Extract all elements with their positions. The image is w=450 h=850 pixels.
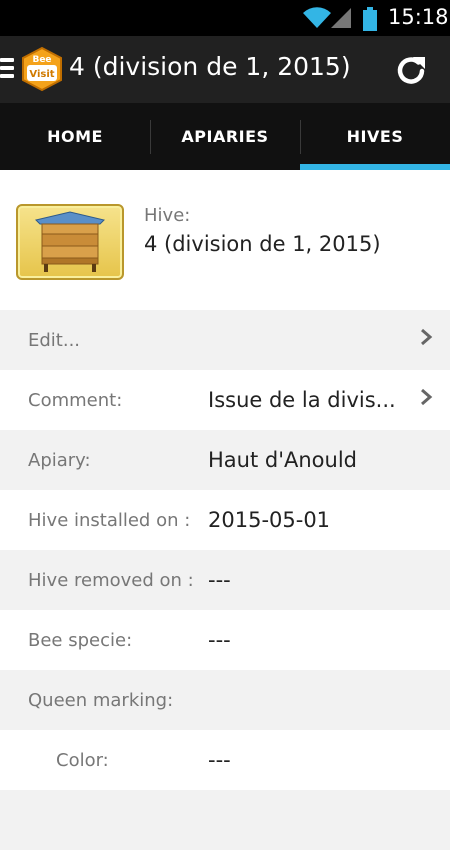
hive-details-list: Edit... Comment: Issue de la divis... Ap… bbox=[0, 310, 450, 850]
status-time: 15:18 bbox=[388, 5, 449, 29]
bee-specie-row: Bee specie: --- bbox=[0, 610, 450, 670]
logo-text-top: Bee bbox=[32, 55, 51, 65]
apiary-value: Haut d'Anould bbox=[208, 448, 357, 472]
hive-removed-row: Hive removed on : --- bbox=[0, 550, 450, 610]
tab-home[interactable]: HOME bbox=[0, 103, 150, 170]
list-item bbox=[0, 790, 450, 850]
wifi-icon bbox=[303, 7, 331, 29]
queen-marking-row: Queen marking: bbox=[0, 670, 450, 730]
battery-icon bbox=[363, 7, 377, 31]
hive-installed-value: 2015-05-01 bbox=[208, 508, 331, 532]
queen-color-value: --- bbox=[208, 748, 231, 772]
apiary-label: Apiary: bbox=[28, 449, 91, 471]
queen-color-label: Color: bbox=[56, 749, 109, 771]
queen-color-row: Color: --- bbox=[0, 730, 450, 790]
hive-name: 4 (division de 1, 2015) bbox=[144, 232, 381, 256]
chevron-right-icon bbox=[421, 388, 433, 406]
signal-icon bbox=[331, 8, 351, 28]
hive-installed-row: Hive installed on : 2015-05-01 bbox=[0, 490, 450, 550]
tab-home-label: HOME bbox=[47, 127, 103, 146]
comment-row[interactable]: Comment: Issue de la divis... bbox=[0, 370, 450, 430]
menu-icon[interactable] bbox=[0, 58, 14, 80]
hive-header: Hive: 4 (division de 1, 2015) bbox=[0, 170, 450, 310]
action-bar: Bee Visit 4 (division de 1, 2015) bbox=[0, 36, 450, 103]
tab-hives[interactable]: HIVES bbox=[300, 103, 450, 170]
logo-text-bottom: Visit bbox=[29, 69, 54, 80]
page-title: 4 (division de 1, 2015) bbox=[69, 52, 351, 81]
hive-label: Hive: bbox=[144, 205, 191, 226]
comment-value: Issue de la divis... bbox=[208, 388, 396, 412]
tab-apiaries[interactable]: APIARIES bbox=[150, 103, 300, 170]
apiary-row: Apiary: Haut d'Anould bbox=[0, 430, 450, 490]
bee-specie-label: Bee specie: bbox=[28, 629, 133, 651]
edit-label: Edit... bbox=[28, 329, 81, 351]
queen-marking-label: Queen marking: bbox=[28, 689, 174, 711]
app-logo[interactable]: Bee Visit bbox=[19, 46, 65, 92]
status-bar: 15:18 bbox=[0, 0, 450, 36]
hive-image bbox=[16, 204, 124, 280]
chevron-right-icon bbox=[421, 328, 433, 346]
comment-label: Comment: bbox=[28, 389, 123, 411]
tab-bar: HOME APIARIES HIVES bbox=[0, 103, 450, 170]
tab-hives-label: HIVES bbox=[346, 127, 404, 146]
tab-apiaries-label: APIARIES bbox=[181, 127, 269, 146]
beehive-icon bbox=[35, 211, 105, 272]
refresh-icon[interactable] bbox=[392, 52, 430, 90]
hive-removed-value: --- bbox=[208, 568, 231, 592]
hive-removed-label: Hive removed on : bbox=[28, 569, 194, 591]
bee-specie-value: --- bbox=[208, 628, 231, 652]
hive-installed-label: Hive installed on : bbox=[28, 509, 191, 531]
edit-row[interactable]: Edit... bbox=[0, 310, 450, 370]
